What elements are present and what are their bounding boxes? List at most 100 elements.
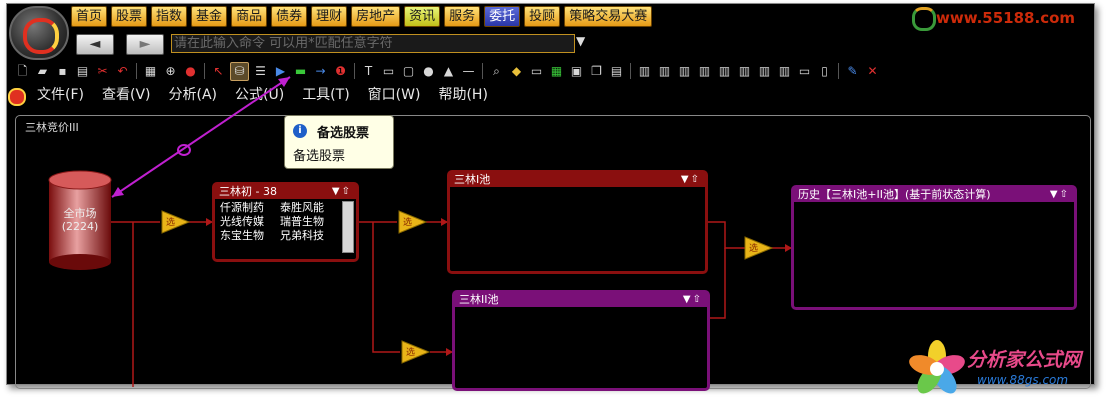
panel-header[interactable]: 三林II池 ▼⇧ bbox=[455, 293, 707, 307]
panel-initial[interactable]: 三林初 - 38 ▼⇧ 仟源制药 泰胜风能 光线传媒 瑞普生物 东宝生物 兄弟科技 bbox=[212, 182, 359, 262]
nav-item[interactable]: 基金 bbox=[191, 6, 228, 27]
ellipse-icon[interactable]: ● bbox=[420, 63, 437, 80]
triangle-icon[interactable]: ▲ bbox=[440, 63, 457, 80]
panel-controls[interactable]: ▼⇧ bbox=[1050, 188, 1070, 202]
stock-row[interactable]: 东宝生物 兄弟科技 bbox=[220, 229, 340, 243]
command-input[interactable]: 请在此输入命令 可以用*匹配任意字符 bbox=[171, 34, 575, 53]
menu-bar: 文件(F) 查看(V) 分析(A) 公式(U) 工具(T) 窗口(W) 帮助(H) bbox=[28, 85, 497, 105]
window-icon[interactable]: ▭ bbox=[528, 63, 545, 80]
nav-item[interactable]: 服务 bbox=[444, 6, 481, 27]
panel-history[interactable]: 历史【三林I池+II池】(基于前状态计算) ▼⇧ bbox=[791, 185, 1077, 310]
command-dropdown-icon[interactable]: ▼ bbox=[576, 34, 585, 48]
line-icon[interactable]: — bbox=[460, 63, 477, 80]
magnifier-icon[interactable]: ⌕ bbox=[488, 63, 505, 80]
stock-name: 兄弟科技 bbox=[280, 229, 324, 242]
panel-header[interactable]: 三林初 - 38 ▼⇧ bbox=[215, 185, 356, 199]
market-source-label[interactable]: 全市场 (2224) bbox=[49, 207, 111, 233]
panel-controls[interactable]: ▼⇧ bbox=[681, 173, 701, 187]
list-icon[interactable]: ☰ bbox=[252, 63, 269, 80]
nav-item[interactable]: 策略交易大赛 bbox=[564, 6, 653, 27]
zoom-icon[interactable]: ⊕ bbox=[162, 63, 179, 80]
toolbar-separator bbox=[136, 63, 137, 79]
stock-row[interactable]: 光线传媒 瑞普生物 bbox=[220, 215, 340, 229]
print-icon[interactable]: ▤ bbox=[74, 63, 91, 80]
same-height-icon[interactable]: ▯ bbox=[816, 63, 833, 80]
toolbar-separator bbox=[838, 63, 839, 79]
panel-title: 三林I池 bbox=[454, 173, 491, 186]
nav-item[interactable]: 首页 bbox=[71, 6, 108, 27]
nav-item[interactable]: 商品 bbox=[231, 6, 268, 27]
edit-icon[interactable]: ✎ bbox=[844, 63, 861, 80]
stock-row[interactable]: 仟源制药 泰胜风能 bbox=[220, 201, 340, 215]
distribute-v-icon[interactable]: ▥ bbox=[776, 63, 793, 80]
undo-icon[interactable]: ↶ bbox=[114, 63, 131, 80]
align-left-icon[interactable]: ▥ bbox=[636, 63, 653, 80]
panel-pool1[interactable]: 三林I池 ▼⇧ bbox=[447, 170, 708, 274]
nav-item[interactable]: 投顾 bbox=[524, 6, 561, 27]
menu-app-icon bbox=[8, 88, 26, 106]
nav-item[interactable]: 房地产 bbox=[351, 6, 401, 27]
delete-icon[interactable]: ▬ bbox=[292, 63, 309, 80]
align-middle-icon[interactable]: ▥ bbox=[716, 63, 733, 80]
panel-pool2[interactable]: 三林II池 ▼⇧ bbox=[452, 290, 710, 391]
rounded-rect-icon[interactable]: ▢ bbox=[400, 63, 417, 80]
menu-item[interactable]: 分析(A) bbox=[160, 85, 227, 105]
info-icon: i bbox=[293, 124, 307, 138]
grid-icon[interactable]: ▦ bbox=[142, 63, 159, 80]
menu-item[interactable]: 文件(F) bbox=[28, 85, 93, 105]
market-source-name: 全市场 bbox=[63, 207, 97, 220]
open-folder-icon[interactable]: ▰ bbox=[34, 63, 51, 80]
same-width-icon[interactable]: ▭ bbox=[796, 63, 813, 80]
forward-button[interactable]: ► bbox=[126, 34, 164, 55]
table-icon[interactable]: ▦ bbox=[548, 63, 565, 80]
panel-controls[interactable]: ▼⇧ bbox=[332, 185, 352, 199]
new-file-icon[interactable]: 🗋 bbox=[14, 63, 31, 80]
scrollbar[interactable] bbox=[342, 201, 354, 253]
menu-item[interactable]: 帮助(H) bbox=[429, 85, 496, 105]
back-button[interactable]: ◄ bbox=[76, 34, 114, 55]
nav-item[interactable]: 委托 bbox=[484, 6, 521, 27]
menu-item[interactable]: 查看(V) bbox=[93, 85, 160, 105]
nav-item[interactable]: 股票 bbox=[111, 6, 148, 27]
panel-title: 历史【三林I池+II池】(基于前状态计算) bbox=[798, 188, 991, 201]
toolbar-separator bbox=[482, 63, 483, 79]
menu-item[interactable]: 公式(U) bbox=[226, 85, 293, 105]
align-bottom-icon[interactable]: ▥ bbox=[736, 63, 753, 80]
panel-controls[interactable]: ▼⇧ bbox=[683, 293, 703, 307]
save-icon[interactable]: ▪ bbox=[54, 63, 71, 80]
menu-item[interactable]: 工具(T) bbox=[293, 85, 358, 105]
panel-header[interactable]: 三林I池 ▼⇧ bbox=[450, 173, 705, 187]
nav-item[interactable]: 资讯 bbox=[404, 6, 441, 27]
watermark-name: 分析家公式网 bbox=[967, 349, 1082, 371]
panel-header[interactable]: 历史【三林I池+II池】(基于前状态计算) ▼⇧ bbox=[794, 188, 1074, 202]
stock-name: 光线传媒 bbox=[220, 215, 264, 228]
nav-item[interactable]: 理财 bbox=[311, 6, 348, 27]
badge-icon[interactable]: ❶ bbox=[332, 63, 349, 80]
menu-item[interactable]: 窗口(W) bbox=[359, 85, 430, 105]
text-icon[interactable]: T bbox=[360, 63, 377, 80]
stock-name: 仟源制药 bbox=[220, 201, 264, 214]
pointer-icon[interactable]: ↖ bbox=[210, 63, 227, 80]
fill-icon[interactable]: ◆ bbox=[508, 63, 525, 80]
nav-item[interactable]: 指数 bbox=[151, 6, 188, 27]
tooltip: i 备选股票 备选股票 bbox=[284, 115, 394, 169]
align-center-icon[interactable]: ▥ bbox=[656, 63, 673, 80]
close-icon[interactable]: ✕ bbox=[864, 63, 881, 80]
tooltip-title: 备选股票 bbox=[317, 126, 370, 141]
play-icon[interactable]: ▶ bbox=[272, 63, 289, 80]
distribute-h-icon[interactable]: ▥ bbox=[756, 63, 773, 80]
paste-icon[interactable]: ▤ bbox=[608, 63, 625, 80]
watermark-url: www.88gs.com bbox=[977, 373, 1069, 387]
app-logo-icon[interactable] bbox=[9, 6, 69, 60]
database-icon[interactable]: ⛁ bbox=[230, 61, 249, 81]
rectangle-icon[interactable]: ▭ bbox=[380, 63, 397, 80]
arrow-right-icon[interactable]: → bbox=[312, 63, 329, 80]
site-brand: www.55188.com bbox=[936, 9, 1076, 27]
copy-icon[interactable]: ❐ bbox=[588, 63, 605, 80]
align-icon[interactable]: ▣ bbox=[568, 63, 585, 80]
nav-item[interactable]: 债券 bbox=[271, 6, 308, 27]
align-top-icon[interactable]: ▥ bbox=[696, 63, 713, 80]
cut-icon[interactable]: ✂ bbox=[94, 63, 111, 80]
align-right-icon[interactable]: ▥ bbox=[676, 63, 693, 80]
record-icon[interactable]: ● bbox=[182, 63, 199, 80]
